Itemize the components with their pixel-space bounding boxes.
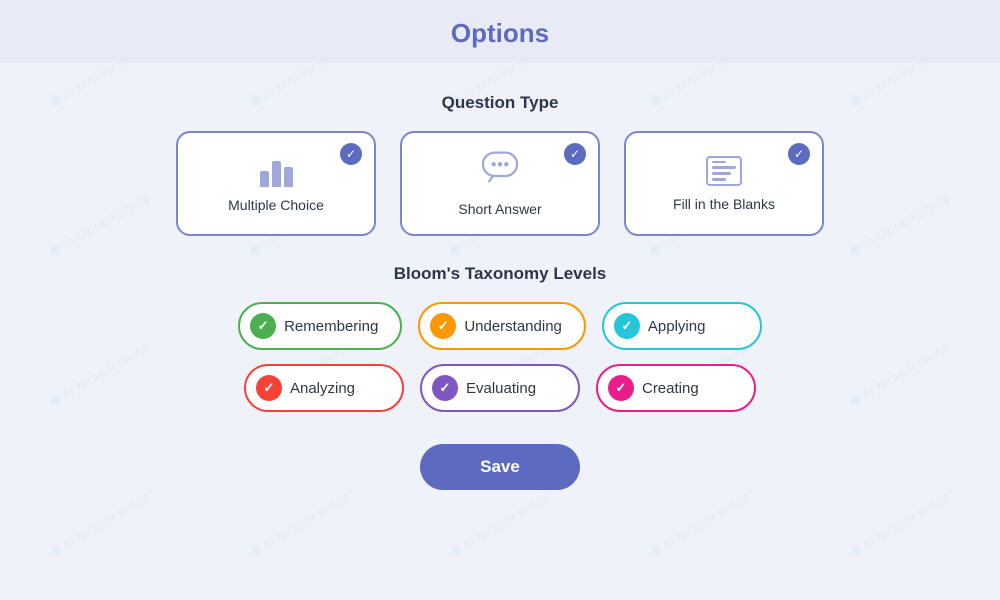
page-container: Options Question Type ✓ Multiple [0, 0, 1000, 600]
pill-understanding-label: Understanding [464, 318, 562, 335]
check-short-answer: ✓ [564, 143, 586, 165]
check-evaluating-icon: ✓ [432, 375, 458, 401]
page-header: Options [0, 0, 1000, 63]
pill-creating-label: Creating [642, 380, 699, 397]
check-remembering-icon: ✓ [250, 313, 276, 339]
fill-blanks-icon [706, 156, 742, 186]
pill-remembering-label: Remembering [284, 318, 378, 335]
pill-creating[interactable]: ✓ Creating [596, 364, 756, 412]
taxonomy-label: Bloom's Taxonomy Levels [394, 264, 607, 284]
bar-chart-icon [260, 155, 293, 187]
check-creating-icon: ✓ [608, 375, 634, 401]
question-type-section: Question Type ✓ Multiple Choice [60, 93, 940, 236]
pill-remembering[interactable]: ✓ Remembering [238, 302, 402, 350]
page-title: Options [451, 18, 549, 48]
check-multiple-choice: ✓ [340, 143, 362, 165]
taxonomy-section: Bloom's Taxonomy Levels ✓ Remembering ✓ [60, 264, 940, 412]
question-type-label: Question Type [442, 93, 559, 113]
main-content: Question Type ✓ Multiple Choice [0, 63, 1000, 600]
pill-analyzing-label: Analyzing [290, 380, 355, 397]
taxonomy-row-1: ✓ Remembering ✓ Understanding ✓ [238, 302, 762, 350]
pill-understanding[interactable]: ✓ Understanding [418, 302, 586, 350]
save-button[interactable]: Save [420, 444, 580, 490]
check-understanding-icon: ✓ [430, 313, 456, 339]
check-fill-blanks: ✓ [788, 143, 810, 165]
question-type-row: ✓ Multiple Choice ✓ [176, 131, 824, 236]
check-applying-icon: ✓ [614, 313, 640, 339]
pill-analyzing[interactable]: ✓ Analyzing [244, 364, 404, 412]
check-analyzing-icon: ✓ [256, 375, 282, 401]
chat-icon [482, 151, 518, 191]
card-multiple-choice-label: Multiple Choice [228, 197, 324, 213]
card-short-answer-label: Short Answer [458, 201, 541, 217]
card-short-answer[interactable]: ✓ Short Answer [400, 131, 600, 236]
pill-applying[interactable]: ✓ Applying [602, 302, 762, 350]
pill-applying-label: Applying [648, 318, 706, 335]
card-multiple-choice[interactable]: ✓ Multiple Choice [176, 131, 376, 236]
card-fill-blanks[interactable]: ✓ Fill in the Blanks [624, 131, 824, 236]
taxonomy-row-2: ✓ Analyzing ✓ Evaluating ✓ [244, 364, 756, 412]
pill-evaluating[interactable]: ✓ Evaluating [420, 364, 580, 412]
pill-evaluating-label: Evaluating [466, 380, 536, 397]
taxonomy-grid: ✓ Remembering ✓ Understanding ✓ [238, 302, 762, 412]
card-fill-blanks-label: Fill in the Blanks [673, 196, 775, 212]
